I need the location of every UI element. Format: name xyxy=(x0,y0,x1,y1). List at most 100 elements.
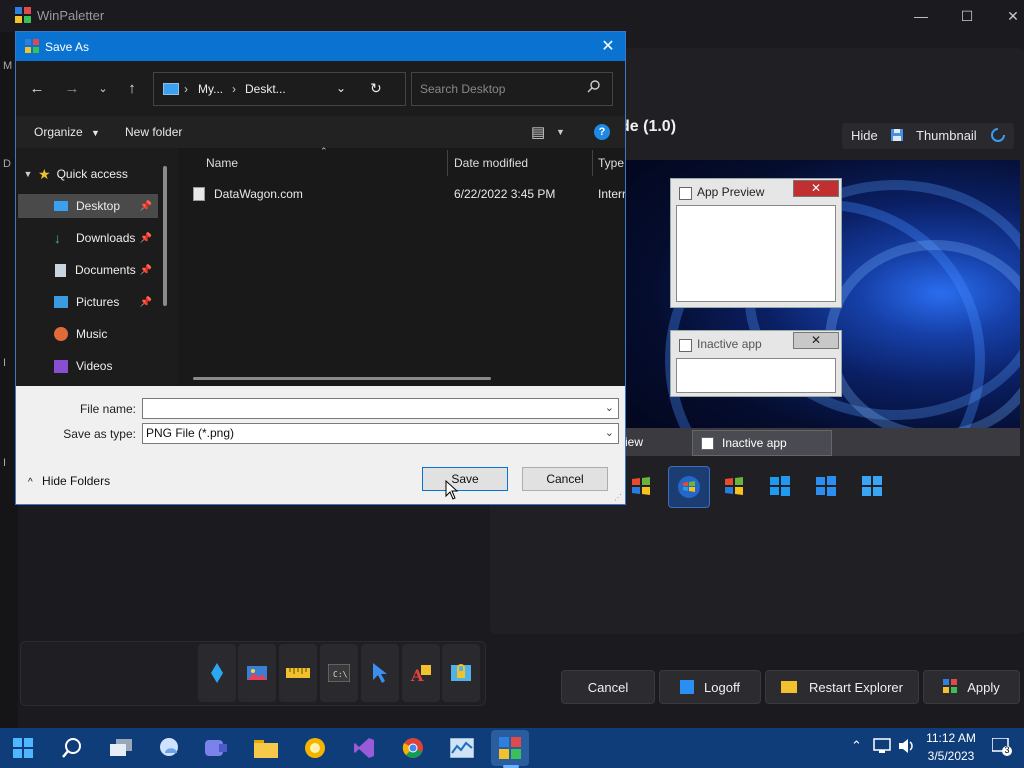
windows-xp-theme-button[interactable] xyxy=(621,466,661,506)
show-hidden-icons-chevron-icon[interactable]: ⌃ xyxy=(851,738,862,754)
save-button[interactable]: Save xyxy=(422,467,508,491)
horizontal-scrollbar[interactable] xyxy=(193,377,491,380)
pin-icon: 📌 xyxy=(139,200,152,212)
weather-widget-icon[interactable] xyxy=(150,730,188,766)
dialog-close-button[interactable]: ✕ xyxy=(596,35,620,57)
inactive-app-window: Inactive app ✕ xyxy=(670,330,842,397)
back-arrow-icon[interactable]: ← xyxy=(25,76,49,100)
start-icon[interactable] xyxy=(4,730,42,766)
minimize-button[interactable]: — xyxy=(898,0,944,32)
dialog-cancel-button[interactable]: Cancel xyxy=(522,467,608,491)
apply-button[interactable]: Apply xyxy=(923,670,1020,704)
videos-icon xyxy=(54,359,68,373)
desktop-icon xyxy=(54,201,68,211)
sidebar-item-documents[interactable]: Documents 📌 xyxy=(18,258,158,282)
chrome-icon[interactable] xyxy=(394,730,432,766)
cancel-button[interactable]: Cancel xyxy=(561,670,655,704)
teams-chat-icon[interactable] xyxy=(197,730,235,766)
help-icon[interactable]: ? xyxy=(594,124,610,140)
address-bar[interactable]: › My... › Deskt... ⌄ ↻ xyxy=(153,72,406,106)
chevron-down-icon: ▼ xyxy=(91,128,100,138)
dock-cursor-icon[interactable] xyxy=(361,644,399,702)
view-dropdown-icon[interactable]: ▼ xyxy=(556,127,565,137)
breadcrumb-segment[interactable]: Deskt... xyxy=(245,82,286,96)
task-view-icon[interactable] xyxy=(102,730,140,766)
dock-cursor-blue-icon[interactable] xyxy=(198,644,236,702)
taskbar-preview-tab-inactive: Inactive app xyxy=(692,430,832,456)
search-icon[interactable] xyxy=(53,730,91,766)
column-divider[interactable] xyxy=(592,150,593,176)
app-preview-window: App Preview ✕ xyxy=(670,178,842,308)
sidebar-item-downloads[interactable]: ↓ Downloads 📌 xyxy=(18,226,158,250)
sidebar-item-quick-access[interactable]: ▼ ★ Quick access xyxy=(18,162,158,186)
windows-10-theme-button[interactable] xyxy=(806,466,846,506)
breadcrumb-segment[interactable]: My... xyxy=(198,82,223,96)
windows-81-theme-button[interactable] xyxy=(760,466,800,506)
notification-center-icon[interactable]: 3 xyxy=(991,737,1012,756)
column-divider[interactable] xyxy=(447,150,448,176)
up-arrow-icon[interactable]: ↑ xyxy=(120,76,144,100)
windows-11-theme-button[interactable] xyxy=(852,466,892,506)
save-as-type-select[interactable]: PNG File (*.png) ⌄ xyxy=(142,423,619,444)
column-header-type[interactable]: Type xyxy=(598,156,624,170)
thumbnail-button[interactable]: Thumbnail xyxy=(916,128,977,143)
column-header-date[interactable]: Date modified xyxy=(454,156,528,170)
file-name-label: File name: xyxy=(79,402,136,416)
svg-text:C:\: C:\ xyxy=(333,670,348,679)
search-input[interactable]: Search Desktop xyxy=(411,72,613,106)
taskbar-preview-tab: iew xyxy=(625,435,644,449)
organize-menu[interactable]: Organize ▼ xyxy=(34,125,100,139)
dock-wallpaper-icon[interactable] xyxy=(238,644,276,702)
winpaletter-taskbar-icon[interactable] xyxy=(491,730,529,766)
volume-icon[interactable] xyxy=(898,738,916,754)
dock-console-icon[interactable]: C:\ xyxy=(320,644,358,702)
new-folder-button[interactable]: New folder xyxy=(125,125,182,139)
restart-explorer-button[interactable]: Restart Explorer xyxy=(765,670,919,704)
inactive-app-client xyxy=(676,358,836,393)
windows-8-theme-button[interactable] xyxy=(714,466,754,506)
recent-locations-chevron-icon[interactable]: ⌄ xyxy=(91,76,115,100)
task-manager-icon[interactable] xyxy=(443,730,481,766)
music-icon xyxy=(54,327,68,341)
inactive-app-icon xyxy=(679,339,692,352)
apply-label: Apply xyxy=(967,679,1000,695)
clock[interactable]: 11:12 AM 3/5/2023 xyxy=(921,731,981,763)
visual-studio-icon[interactable] xyxy=(345,730,383,766)
breadcrumb-separator-icon: › xyxy=(232,82,236,96)
file-explorer-icon[interactable] xyxy=(247,730,285,766)
pictures-icon xyxy=(54,296,68,308)
maximize-button[interactable]: ☐ xyxy=(944,0,990,32)
file-icon xyxy=(193,187,205,201)
sidebar-item-label: Quick access xyxy=(56,167,128,181)
sidebar-scrollbar[interactable] xyxy=(163,166,167,306)
dock-fonts-icon[interactable]: A xyxy=(402,644,440,702)
file-row[interactable]: DataWagon.com 6/22/2022 3:45 PM Interr xyxy=(193,184,625,206)
strip-label: I xyxy=(3,357,7,369)
dialog-title: Save As xyxy=(45,40,90,54)
hide-folders-button[interactable]: ^ Hide Folders xyxy=(28,474,110,488)
windows-7-theme-button[interactable] xyxy=(668,466,710,508)
browser-yellow-icon[interactable] xyxy=(296,730,334,766)
file-name-input[interactable]: ⌄ xyxy=(142,398,619,419)
address-dropdown-icon[interactable]: ⌄ xyxy=(336,81,346,95)
resize-grip-icon[interactable]: ⋰ xyxy=(614,493,622,502)
forward-arrow-icon[interactable]: → xyxy=(60,76,84,100)
hide-button[interactable]: Hide xyxy=(851,128,878,143)
column-header-name[interactable]: Name xyxy=(206,156,238,170)
logoff-button[interactable]: Logoff xyxy=(659,670,761,704)
dock-lock-screen-icon[interactable] xyxy=(442,644,480,702)
close-button[interactable]: ✕ xyxy=(990,0,1024,32)
refresh-icon[interactable] xyxy=(990,127,1006,143)
refresh-icon[interactable]: ↻ xyxy=(370,80,382,97)
view-options-icon[interactable]: ▤ xyxy=(531,123,545,141)
chevron-down-icon: ⌄ xyxy=(604,402,614,414)
sidebar-item-label: Documents xyxy=(75,263,136,277)
sidebar-item-videos[interactable]: Videos xyxy=(18,354,158,378)
sidebar-item-desktop[interactable]: Desktop 📌 xyxy=(18,194,158,218)
sidebar-item-label: Desktop xyxy=(76,199,121,213)
dock-ruler-icon[interactable] xyxy=(279,644,317,702)
mode-title: de (1.0) xyxy=(620,118,677,135)
network-icon[interactable] xyxy=(873,738,891,754)
sidebar-item-music[interactable]: Music xyxy=(18,322,158,346)
sidebar-item-pictures[interactable]: Pictures 📌 xyxy=(18,290,158,314)
